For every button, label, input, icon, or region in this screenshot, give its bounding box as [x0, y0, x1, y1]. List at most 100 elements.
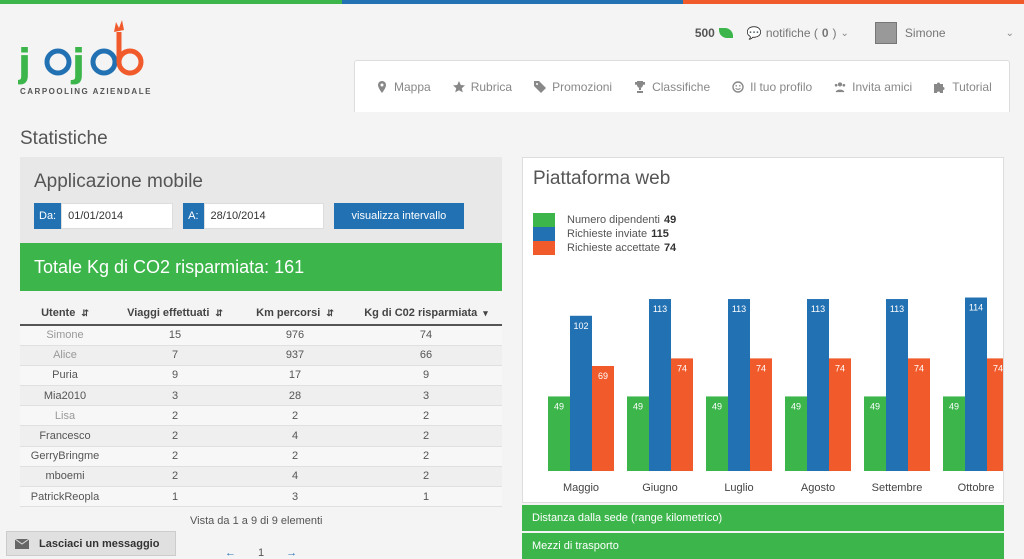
legend-item: Richieste accettate 74 [533, 241, 676, 255]
x-tick-label: Ottobre [958, 482, 995, 494]
col-header-utente[interactable]: Utente ⇵ [20, 301, 110, 326]
svg-text:j: j [18, 41, 31, 85]
col-header-co2[interactable]: Kg di C02 risparmiata ▾ [350, 301, 502, 326]
nav-item-tutorial[interactable]: Tutorial [934, 80, 992, 94]
legend-value: 115 [651, 228, 669, 240]
x-tick-label: Settembre [872, 482, 923, 494]
user-name[interactable]: Simone [905, 26, 946, 40]
bar-value-label: 113 [890, 304, 904, 314]
prev-page-icon[interactable]: ← [225, 547, 236, 559]
mobile-panel-title: Applicazione mobile [34, 171, 203, 192]
nav-item-mappa[interactable]: Mappa [376, 80, 431, 94]
user-area: 500 💬 notifiche (0) ⌄ Simone ⌄ [695, 18, 1014, 48]
from-label: Da: [34, 203, 62, 229]
table-row: Mia2010 3 28 3 [20, 385, 502, 407]
web-panel-title: Piattaforma web [533, 168, 671, 189]
x-tick-label: Agosto [801, 482, 835, 494]
chevron-down-icon[interactable]: ⌄ [1006, 28, 1014, 39]
from-date-input[interactable]: 01/01/2014 [61, 203, 174, 229]
nav-item-profilo[interactable]: Il tuo profilo [732, 80, 812, 94]
nav-item-promozioni[interactable]: Promozioni [534, 80, 612, 94]
bar-value-label: 114 [969, 303, 983, 313]
cell-km: 976 [240, 325, 350, 346]
col-header-km[interactable]: Km percorsi ⇵ [240, 301, 350, 326]
bar-inviate[interactable] [728, 299, 750, 471]
bar-value-label: 49 [633, 401, 643, 411]
nav-item-rubrica[interactable]: Rubrica [452, 80, 512, 94]
bar-accettate[interactable] [671, 358, 693, 471]
bar-inviate[interactable] [570, 315, 592, 471]
cell-km: 2 [240, 446, 350, 467]
accordion-transport[interactable]: Mezzi di trasporto [522, 533, 1004, 559]
legend-swatch-orange [533, 241, 555, 255]
svg-text:j: j [70, 41, 85, 85]
bar-accettate[interactable] [592, 366, 614, 471]
cell-trips: 3 [110, 385, 240, 407]
cell-user[interactable]: mboemi [20, 466, 110, 488]
cell-co2: 2 [350, 446, 502, 467]
cell-km: 3 [240, 486, 350, 508]
table-row: Puria 9 17 9 [20, 365, 502, 387]
cell-km: 17 [240, 365, 350, 387]
table-row: mboemi 2 4 2 [20, 466, 502, 488]
bar-inviate[interactable] [886, 299, 908, 471]
cell-user[interactable]: Puria [20, 365, 110, 387]
col-header-viaggi[interactable]: Viaggi effettuati ⇵ [110, 301, 240, 326]
nav-label: Mappa [394, 79, 431, 94]
page-title: Statistiche [20, 128, 108, 149]
cell-user[interactable]: GerryBringme [20, 446, 110, 467]
bar-inviate[interactable] [965, 297, 987, 471]
map-marker-icon [378, 80, 386, 93]
star-icon [452, 80, 465, 92]
table-row: Simone 15 976 74 [20, 325, 502, 346]
legend-label: Numero dipendenti [567, 214, 660, 226]
cell-co2: 2 [350, 466, 502, 488]
next-page-icon[interactable]: → [286, 547, 297, 559]
bar-accettate[interactable] [908, 358, 930, 471]
legend-swatch-green [533, 213, 555, 227]
date-range-row: Da: 01/01/2014 A: 28/10/2014 visualizza … [34, 203, 465, 229]
cell-user[interactable]: Alice [20, 345, 110, 366]
notifications-count: 0 [821, 26, 829, 40]
cell-trips: 2 [110, 466, 240, 488]
sort-desc-icon: ▾ [483, 307, 488, 318]
bar-accettate[interactable] [750, 358, 772, 471]
cell-trips: 9 [110, 365, 240, 387]
bar-inviate[interactable] [649, 299, 671, 471]
cell-co2: 2 [350, 425, 502, 447]
table-row: Francesco 2 4 2 [20, 425, 502, 447]
accordion-distance[interactable]: Distanza dalla sede (range kilometrico) [522, 505, 1004, 531]
sort-icon: ⇵ [326, 307, 334, 318]
current-page[interactable]: 1 [258, 547, 264, 559]
bar-inviate[interactable] [807, 299, 829, 471]
cell-km: 2 [240, 405, 350, 427]
cell-user[interactable]: Francesco [20, 425, 110, 447]
bar-value-label: 74 [835, 363, 845, 373]
to-date-input[interactable]: 28/10/2014 [203, 203, 324, 229]
cell-user[interactable]: Simone [20, 325, 110, 346]
bar-value-label: 49 [712, 401, 722, 411]
puzzle-icon [934, 82, 945, 93]
bar-accettate[interactable] [987, 358, 1003, 471]
envelope-icon [15, 538, 29, 549]
cell-km: 28 [240, 385, 350, 407]
nav-item-invita[interactable]: Invita amici [834, 80, 912, 94]
cell-co2: 3 [350, 385, 502, 407]
nav-item-classifiche[interactable]: Classifiche [634, 80, 710, 94]
cell-co2: 2 [350, 405, 502, 427]
bar-value-label: 74 [993, 363, 1003, 373]
table-header-row: Utente ⇵ Viaggi effettuati ⇵ Km percorsi ⇵ … [20, 301, 502, 326]
nav-label: Classifiche [652, 79, 711, 94]
leave-message-button[interactable]: Lasciaci un messaggio [6, 531, 176, 556]
cell-user[interactable]: Lisa [20, 405, 110, 427]
nav-label: Promozioni [552, 79, 613, 94]
cell-user[interactable]: PatrickReopla [20, 486, 110, 508]
show-range-button[interactable]: visualizza intervallo [333, 203, 465, 229]
bar-accettate[interactable] [829, 358, 851, 471]
cell-user[interactable]: Mia2010 [20, 385, 110, 407]
legend-swatch-blue [533, 227, 555, 241]
avatar[interactable] [874, 22, 897, 44]
pagination: ← 1 → [225, 547, 297, 559]
cell-co2: 1 [350, 486, 502, 508]
notifications-dropdown[interactable]: 💬 notifiche (0) ⌄ [747, 26, 849, 40]
